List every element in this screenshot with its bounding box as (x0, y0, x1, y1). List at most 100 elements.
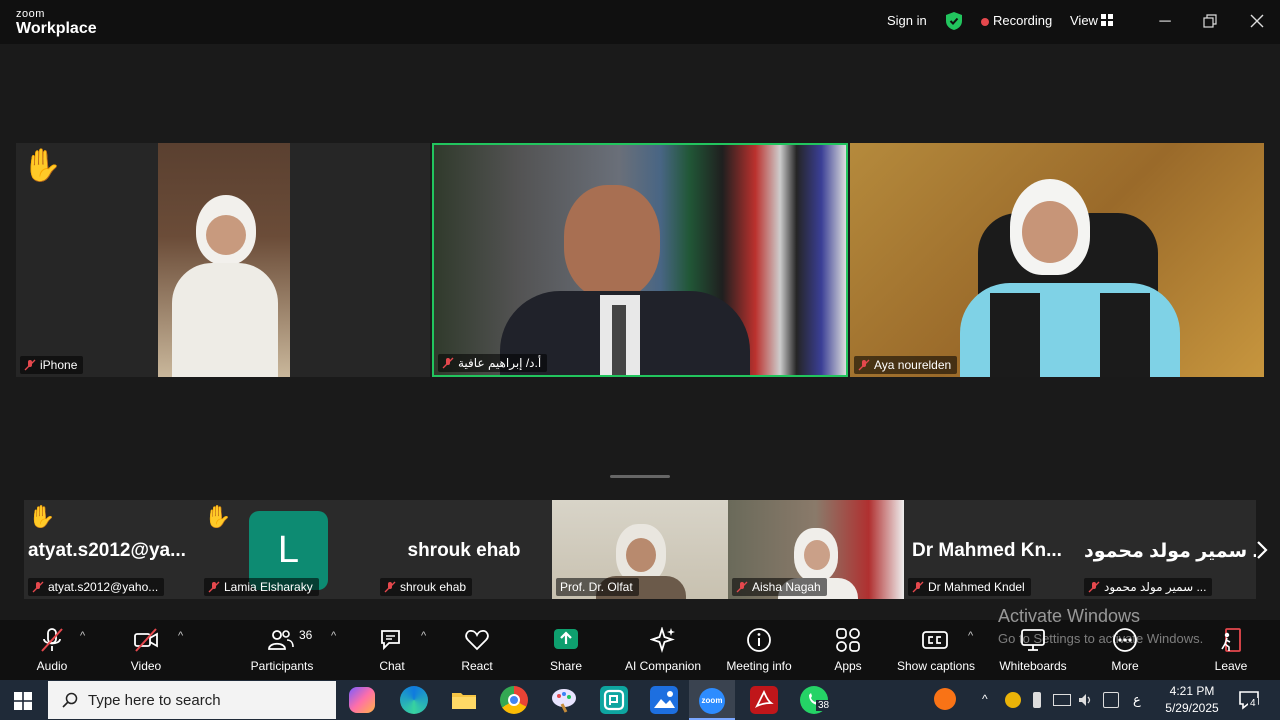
edge-icon[interactable] (400, 686, 428, 714)
heart-icon (465, 630, 489, 651)
paint-icon[interactable] (550, 686, 578, 714)
chrome-icon[interactable] (500, 686, 528, 714)
input-language[interactable]: ع (1133, 692, 1149, 708)
participants-options-chevron-icon[interactable]: ^ (331, 631, 341, 642)
shield-icon[interactable] (946, 12, 962, 30)
apps-label: Apps (834, 659, 862, 673)
thumb-lamia[interactable]: ✋ L Lamia Elsharaky (200, 500, 376, 599)
participants-label: Participants (250, 659, 314, 673)
mic-muted-icon (41, 628, 63, 652)
title-bar: zoom Workplace Sign in Recording View ─ (0, 0, 1280, 44)
thumb-mahmed[interactable]: Dr Mahmed Kn... Dr Mahmed Kndel (904, 500, 1080, 599)
view-button[interactable]: View (1070, 13, 1098, 28)
windows-taskbar: Type here to search zoom 38 ^ ع 4:21 PM … (0, 680, 1280, 720)
zoom-taskbar-app[interactable]: zoom (689, 680, 735, 720)
taskbar-clock[interactable]: 4:21 PM 5/29/2025 (1164, 683, 1220, 717)
chevron-up-icon[interactable]: ^ (982, 692, 998, 708)
video-off-icon (134, 628, 158, 652)
participants-count: 36 (299, 628, 313, 642)
notification-count: 4 (1248, 698, 1258, 709)
thumb-samir[interactable]: سمير مولد محمود ... سمير مولد محمود ... (1080, 500, 1256, 599)
thumb-aisha[interactable]: Aisha Nagah (728, 500, 904, 599)
recording-dot-icon (981, 18, 989, 26)
video-button[interactable]: Video (126, 627, 166, 677)
participant-name-tag: Aya nourelden (854, 356, 958, 374)
captions-icon (922, 631, 948, 649)
recording-status[interactable]: Recording (993, 13, 1052, 28)
participant-name-tag: iPhone (20, 356, 84, 374)
audio-label: Audio (36, 659, 68, 673)
acrobat-icon[interactable] (750, 686, 778, 714)
mic-muted-icon (442, 357, 454, 369)
share-button[interactable]: Share (548, 627, 584, 677)
meeting-info-label: Meeting info (726, 659, 792, 673)
video-tile-aya[interactable]: Aya nourelden (850, 143, 1264, 377)
meeting-info-button[interactable]: Meeting info (722, 627, 796, 677)
battery-icon[interactable] (1103, 692, 1119, 708)
security-tray-icon[interactable] (1005, 692, 1021, 708)
sparkle-icon (650, 627, 675, 653)
participant-name: atyat.s2012@yaho... (48, 580, 159, 594)
copilot-icon[interactable] (349, 687, 375, 713)
participant-name-tag: atyat.s2012@yaho... (28, 578, 165, 596)
grid-view-icon[interactable] (1101, 14, 1113, 26)
participant-name: shrouk ehab (400, 580, 467, 594)
volume-icon[interactable] (1077, 692, 1093, 708)
participant-name: Aisha Nagah (752, 580, 821, 594)
zoom-app-icon: zoom (699, 688, 725, 714)
usb-icon[interactable] (1033, 692, 1041, 708)
close-icon[interactable] (1250, 14, 1264, 28)
chevron-right-icon[interactable] (1255, 538, 1269, 562)
show-captions-button[interactable]: Show captions (896, 627, 976, 677)
leave-button[interactable]: Leave (1214, 627, 1248, 677)
share-screen-icon (554, 629, 578, 649)
video-tile-iphone[interactable]: ✋ iPhone (16, 143, 430, 377)
whiteboards-label: Whiteboards (999, 659, 1067, 673)
file-explorer-icon[interactable] (450, 686, 478, 714)
apps-button[interactable]: Apps (832, 627, 864, 677)
zoom-workplace-logo: zoom Workplace (16, 9, 97, 37)
raised-hand-icon: ✋ (28, 504, 56, 529)
search-placeholder: Type here to search (88, 691, 221, 709)
mic-muted-icon (32, 581, 44, 593)
participant-name-tag: أ.د/ إبراهيم عافية (438, 354, 548, 372)
search-icon (62, 692, 78, 708)
teams-app-icon[interactable] (600, 686, 628, 714)
taskbar-search-input[interactable]: Type here to search (48, 681, 336, 719)
participant-video (158, 143, 290, 377)
restore-icon[interactable] (1203, 14, 1217, 28)
chat-options-chevron-icon[interactable]: ^ (421, 631, 431, 642)
chat-icon (381, 630, 400, 651)
sign-in-button[interactable]: Sign in (887, 13, 927, 28)
notification-app-icon[interactable] (934, 688, 956, 710)
ai-companion-button[interactable]: AI Companion (622, 627, 704, 677)
share-label: Share (549, 659, 583, 673)
participant-name: سمير مولد محمود ... (1104, 580, 1207, 594)
windows-start-icon[interactable] (14, 692, 32, 710)
thumb-atyat[interactable]: ✋ atyat.s2012@ya... atyat.s2012@yaho... (24, 500, 200, 599)
audio-button[interactable]: Audio (32, 627, 72, 677)
activate-windows-title: Activate Windows (998, 606, 1141, 626)
ai-companion-label: AI Companion (624, 659, 702, 673)
participants-icon (268, 630, 294, 650)
thumb-shrouk[interactable]: shrouk ehab shrouk ehab (376, 500, 552, 599)
chat-button[interactable]: Chat (374, 627, 410, 677)
show-captions-label: Show captions (896, 659, 976, 673)
audio-options-chevron-icon[interactable]: ^ (80, 631, 90, 642)
mic-muted-icon (24, 359, 36, 371)
minimize-icon[interactable]: ─ (1155, 12, 1175, 32)
react-button[interactable]: React (458, 627, 496, 677)
mic-muted-icon (384, 581, 396, 593)
gallery-resize-handle[interactable] (610, 475, 670, 478)
participants-button[interactable]: 36 Participants (250, 627, 314, 677)
participant-strip: ✋ atyat.s2012@ya... atyat.s2012@yaho... … (24, 500, 1256, 599)
raised-hand-icon: ✋ (22, 147, 62, 183)
participant-name: iPhone (40, 358, 78, 372)
network-icon[interactable] (1053, 694, 1071, 706)
video-options-chevron-icon[interactable]: ^ (178, 631, 188, 642)
thumb-olfat[interactable]: Prof. Dr. Olfat (552, 500, 728, 599)
photos-icon[interactable] (650, 686, 678, 714)
captions-options-chevron-icon[interactable]: ^ (968, 631, 978, 642)
video-tile-active-speaker[interactable]: أ.د/ إبراهيم عافية (432, 143, 848, 377)
chat-label: Chat (379, 659, 405, 673)
